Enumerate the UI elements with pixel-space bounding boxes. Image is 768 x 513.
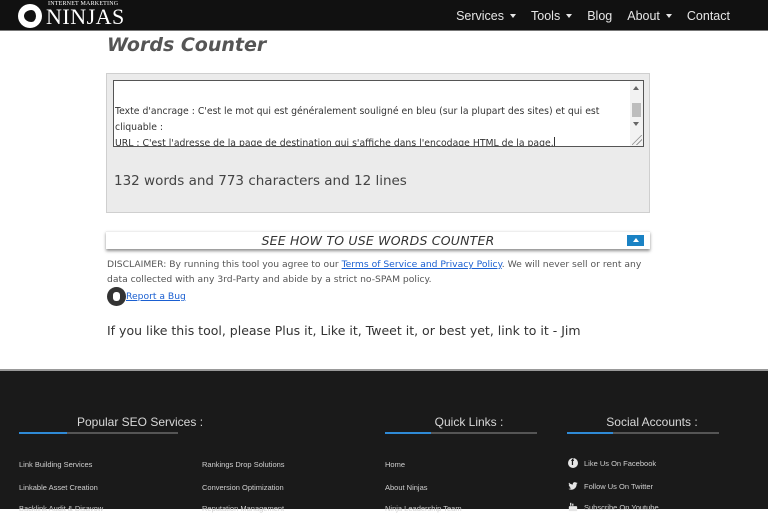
collapse-toggle-icon[interactable] xyxy=(627,235,644,246)
top-navbar: INTERNET MARKETING NINJAS Services Tools… xyxy=(0,0,768,31)
resize-grip-icon[interactable] xyxy=(632,135,642,145)
nav-about[interactable]: About xyxy=(627,9,672,23)
footer-link-about[interactable]: About Ninjas xyxy=(385,483,428,492)
youtube-icon xyxy=(568,502,578,512)
footer-heading-quick-links: Quick Links : xyxy=(434,415,504,429)
page-title: Words Counter xyxy=(107,34,267,56)
bug-icon[interactable] xyxy=(107,287,126,306)
logo-name: NINJAS xyxy=(46,4,125,29)
site-footer: Popular SEO Services : Link Building Ser… xyxy=(0,369,768,513)
chevron-down-icon xyxy=(665,13,672,18)
text-input-content[interactable]: Texte d'ancrage : C'est le mot qui est g… xyxy=(115,81,625,147)
word-counter-panel: Texte d'ancrage : C'est le mot qui est g… xyxy=(106,73,650,213)
youtube-label: Subscribe On Youtube xyxy=(584,502,659,512)
footer-rule xyxy=(19,432,178,434)
chevron-down-icon xyxy=(566,13,573,18)
footer-social-youtube[interactable]: Subscribe On Youtube xyxy=(568,502,659,512)
footer-heading-popular: Popular SEO Services : xyxy=(76,415,204,429)
footer-link[interactable]: Link Building Services xyxy=(19,460,92,469)
footer-link[interactable]: Linkable Asset Creation xyxy=(19,483,98,492)
word-count-result: 132 words and 773 characters and 12 line… xyxy=(114,173,407,189)
footer-social-twitter[interactable]: Follow Us On Twitter xyxy=(568,481,653,491)
twitter-icon xyxy=(568,481,578,491)
nav-contact[interactable]: Contact xyxy=(687,9,730,23)
scrollbar-thumb[interactable] xyxy=(632,103,641,117)
text-input-area[interactable]: Texte d'ancrage : C'est le mot qui est g… xyxy=(113,80,644,147)
text-line: URL : C'est l'adresse de la page de dest… xyxy=(115,138,554,147)
nav-about-label: About xyxy=(627,8,660,23)
nav-blog[interactable]: Blog xyxy=(587,9,612,23)
nav-menu: Services Tools Blog About Contact xyxy=(456,0,730,31)
footer-rule-accent xyxy=(567,432,613,434)
share-request-text: If you like this tool, please Plus it, L… xyxy=(107,323,581,338)
scroll-up-arrow-icon[interactable] xyxy=(633,86,639,90)
footer-social-facebook[interactable]: Like Us On Facebook xyxy=(568,457,657,468)
footer-link-home[interactable]: Home xyxy=(385,460,405,469)
report-bug-row: Report a Bug xyxy=(107,287,186,306)
nav-services[interactable]: Services xyxy=(456,8,517,23)
footer-rule-accent xyxy=(385,432,431,434)
text-line: cliquable : xyxy=(115,122,164,133)
disclaimer-text: DISCLAIMER: By running this tool you agr… xyxy=(107,257,657,287)
disclaimer-prefix: DISCLAIMER: By running this tool you agr… xyxy=(107,259,342,270)
footer-link[interactable]: Rankings Drop Solutions xyxy=(202,460,285,469)
footer-link[interactable]: Conversion Optimization xyxy=(202,483,284,492)
how-to-use-label: SEE HOW TO USE WORDS COUNTER xyxy=(261,233,495,248)
report-bug-link[interactable]: Report a Bug xyxy=(126,291,186,302)
nav-tools-label: Tools xyxy=(531,8,561,23)
nav-services-label: Services xyxy=(456,8,505,23)
footer-rule xyxy=(385,432,537,434)
scroll-down-arrow-icon[interactable] xyxy=(633,122,639,126)
how-to-use-accordion[interactable]: SEE HOW TO USE WORDS COUNTER xyxy=(106,231,650,249)
facebook-label: Like Us On Facebook xyxy=(584,458,657,468)
text-line: Texte d'ancrage : C'est le mot qui est g… xyxy=(115,106,600,117)
terms-privacy-link[interactable]: Terms of Service and Privacy Policy xyxy=(342,259,502,270)
facebook-icon xyxy=(568,457,578,468)
footer-heading-social: Social Accounts : xyxy=(606,415,698,429)
chevron-down-icon xyxy=(510,13,517,18)
nav-blog-label: Blog xyxy=(587,8,613,23)
site-logo[interactable]: INTERNET MARKETING NINJAS xyxy=(18,0,124,31)
ninja-logo-icon xyxy=(18,3,42,28)
footer-rule xyxy=(567,432,719,434)
nav-tools[interactable]: Tools xyxy=(531,8,573,23)
nav-contact-label: Contact xyxy=(686,8,730,23)
twitter-label: Follow Us On Twitter xyxy=(584,481,654,491)
footer-rule-accent xyxy=(19,432,67,434)
text-cursor xyxy=(553,137,555,146)
